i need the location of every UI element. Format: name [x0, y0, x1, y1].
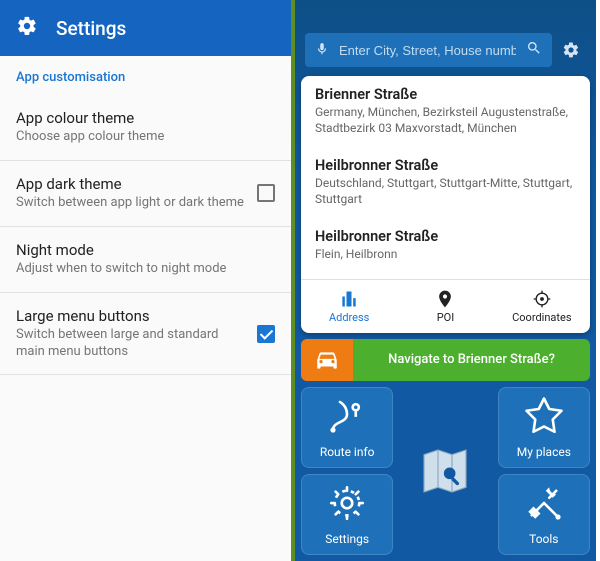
- navigate-bar[interactable]: Navigate to Brienner Straße?: [301, 339, 590, 381]
- results-card: Brienner Straße Germany, München, Bezirk…: [301, 76, 590, 333]
- tab-label: Coordinates: [512, 311, 571, 324]
- navigate-button[interactable]: Navigate to Brienner Straße?: [353, 339, 590, 381]
- result-sub: Deutschland, Stuttgart, Stuttgart-Mitte,…: [315, 176, 576, 207]
- setting-large-buttons[interactable]: Large menu buttons Switch between large …: [0, 293, 291, 376]
- mic-icon[interactable]: [315, 41, 329, 60]
- tile-route-info[interactable]: Route info: [301, 387, 393, 468]
- tab-label: POI: [437, 311, 455, 324]
- settings-gear-button[interactable]: [556, 35, 586, 65]
- tab-label: Address: [329, 311, 369, 324]
- result-tabs: Address POI Coordinates: [301, 279, 590, 333]
- settings-title: Settings: [56, 17, 126, 40]
- setting-dark-theme[interactable]: App dark theme Switch between app light …: [0, 161, 291, 227]
- tab-coordinates[interactable]: Coordinates: [494, 280, 590, 333]
- result-title: Brienner Straße: [315, 86, 576, 103]
- checkbox-unchecked[interactable]: [257, 184, 275, 202]
- setting-title: App dark theme: [16, 175, 245, 193]
- map-panel: Brienner Straße Germany, München, Bezirk…: [295, 0, 596, 561]
- section-header: App customisation: [0, 56, 291, 95]
- setting-colour-theme[interactable]: App colour theme Choose app colour theme: [0, 95, 291, 161]
- tile-settings[interactable]: Settings: [301, 474, 393, 555]
- result-item[interactable]: Brienner Straße Germany, München, Bezirk…: [301, 76, 590, 146]
- search-icon[interactable]: [526, 40, 542, 60]
- car-icon: [301, 339, 353, 381]
- tile-my-places[interactable]: My places: [498, 387, 590, 468]
- tile-label: Route info: [320, 445, 375, 459]
- tile-label: Settings: [325, 532, 369, 546]
- setting-sub: Switch between app light or dark theme: [16, 195, 245, 212]
- tile-grid: Route info My places Settings Tools: [301, 387, 590, 561]
- setting-night-mode[interactable]: Night mode Adjust when to switch to nigh…: [0, 227, 291, 293]
- setting-title: Night mode: [16, 241, 275, 259]
- search-row: [301, 30, 590, 70]
- checkbox-checked[interactable]: [257, 325, 275, 343]
- tile-tools[interactable]: Tools: [498, 474, 590, 555]
- result-sub: Flein, Heilbronn: [315, 247, 576, 263]
- setting-sub: Choose app colour theme: [16, 129, 275, 146]
- map-icon: [399, 443, 491, 499]
- settings-panel: Settings App customisation App colour th…: [0, 0, 295, 561]
- result-item[interactable]: Heilbronner Straße Flein, Heilbronn: [301, 217, 590, 273]
- result-title: Heilbronner Straße: [315, 157, 576, 174]
- tab-poi[interactable]: POI: [397, 280, 493, 333]
- setting-sub: Switch between large and standard main m…: [16, 327, 245, 361]
- setting-sub: Adjust when to switch to night mode: [16, 261, 275, 278]
- result-sub: Germany, München, Bezirksteil Augustenst…: [315, 105, 576, 136]
- result-title: Heilbronner Straße: [315, 228, 576, 245]
- navigate-label: Navigate to Brienner Straße?: [388, 352, 555, 367]
- search-input[interactable]: [339, 43, 516, 58]
- result-item[interactable]: Heilbronner Straße Deutschland, Stuttgar…: [301, 146, 590, 217]
- tab-address[interactable]: Address: [301, 280, 397, 333]
- setting-title: App colour theme: [16, 109, 275, 127]
- setting-title: Large menu buttons: [16, 307, 245, 325]
- search-input-wrap[interactable]: [305, 33, 552, 67]
- tile-label: My places: [517, 445, 571, 459]
- gear-icon: [16, 15, 38, 41]
- settings-header: Settings: [0, 0, 291, 56]
- tile-label: Tools: [529, 532, 558, 546]
- status-bar: [301, 0, 590, 30]
